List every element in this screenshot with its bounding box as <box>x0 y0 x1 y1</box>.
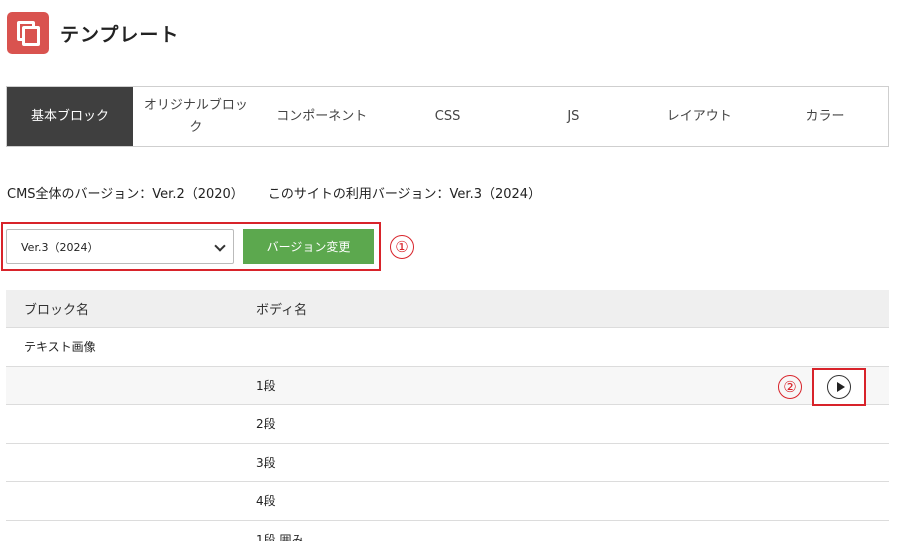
version-select[interactable]: Ver.3（2024） <box>6 229 234 264</box>
table-row[interactable]: 1段 <box>6 366 889 405</box>
page-header: テンプレート <box>7 12 179 54</box>
play-circle-icon[interactable] <box>827 375 851 399</box>
cell-block-name: テキスト画像 <box>24 340 96 355</box>
annotation-box-2 <box>812 368 866 406</box>
cell-body-name: 4段 <box>256 494 276 509</box>
tab-layout[interactable]: レイアウト <box>636 87 762 146</box>
tab-original-block[interactable]: オリジナルブロック <box>133 87 259 146</box>
cell-body-name: 2段 <box>256 417 276 432</box>
page-title: テンプレート <box>60 23 180 46</box>
template-icon <box>7 12 49 54</box>
tab-js[interactable]: JS <box>510 87 636 146</box>
header-body-name: ボディ名 <box>256 303 308 318</box>
tab-component[interactable]: コンポーネント <box>259 87 385 146</box>
version-select-value: Ver.3（2024） <box>21 240 99 254</box>
annotation-number-2: ② <box>778 375 802 399</box>
table-row[interactable]: 4段 <box>6 482 889 521</box>
block-table: ブロック名 ボディ名 テキスト画像 1段 2段 3段 4段 1段 囲み <box>6 290 889 541</box>
version-change-button[interactable]: バージョン変更 <box>243 229 374 264</box>
table-header: ブロック名 ボディ名 <box>6 290 889 328</box>
version-info: CMS全体のバージョン：Ver.2（2020） このサイトの利用バージョン：Ve… <box>7 183 541 202</box>
cms-version-text: CMS全体のバージョン：Ver.2（2020） <box>7 187 244 202</box>
tab-color[interactable]: カラー <box>762 87 888 146</box>
header-block-name: ブロック名 <box>24 303 90 318</box>
annotation-number-1: ① <box>390 235 414 259</box>
tab-basic-block[interactable]: 基本ブロック <box>7 87 133 146</box>
cell-body-name: 3段 <box>256 455 276 470</box>
table-row[interactable]: 3段 <box>6 444 889 482</box>
table-row[interactable]: 2段 <box>6 405 889 444</box>
tab-bar: 基本ブロック オリジナルブロック コンポーネント CSS JS レイアウト カラ… <box>6 86 889 147</box>
site-version-text: このサイトの利用バージョン：Ver.3（2024） <box>267 187 542 202</box>
table-row: テキスト画像 <box>6 328 889 367</box>
cell-body-name: 1段 囲み <box>256 532 304 541</box>
table-row[interactable]: 1段 囲み <box>6 521 889 541</box>
chevron-down-icon <box>214 240 226 252</box>
tab-css[interactable]: CSS <box>385 87 511 146</box>
